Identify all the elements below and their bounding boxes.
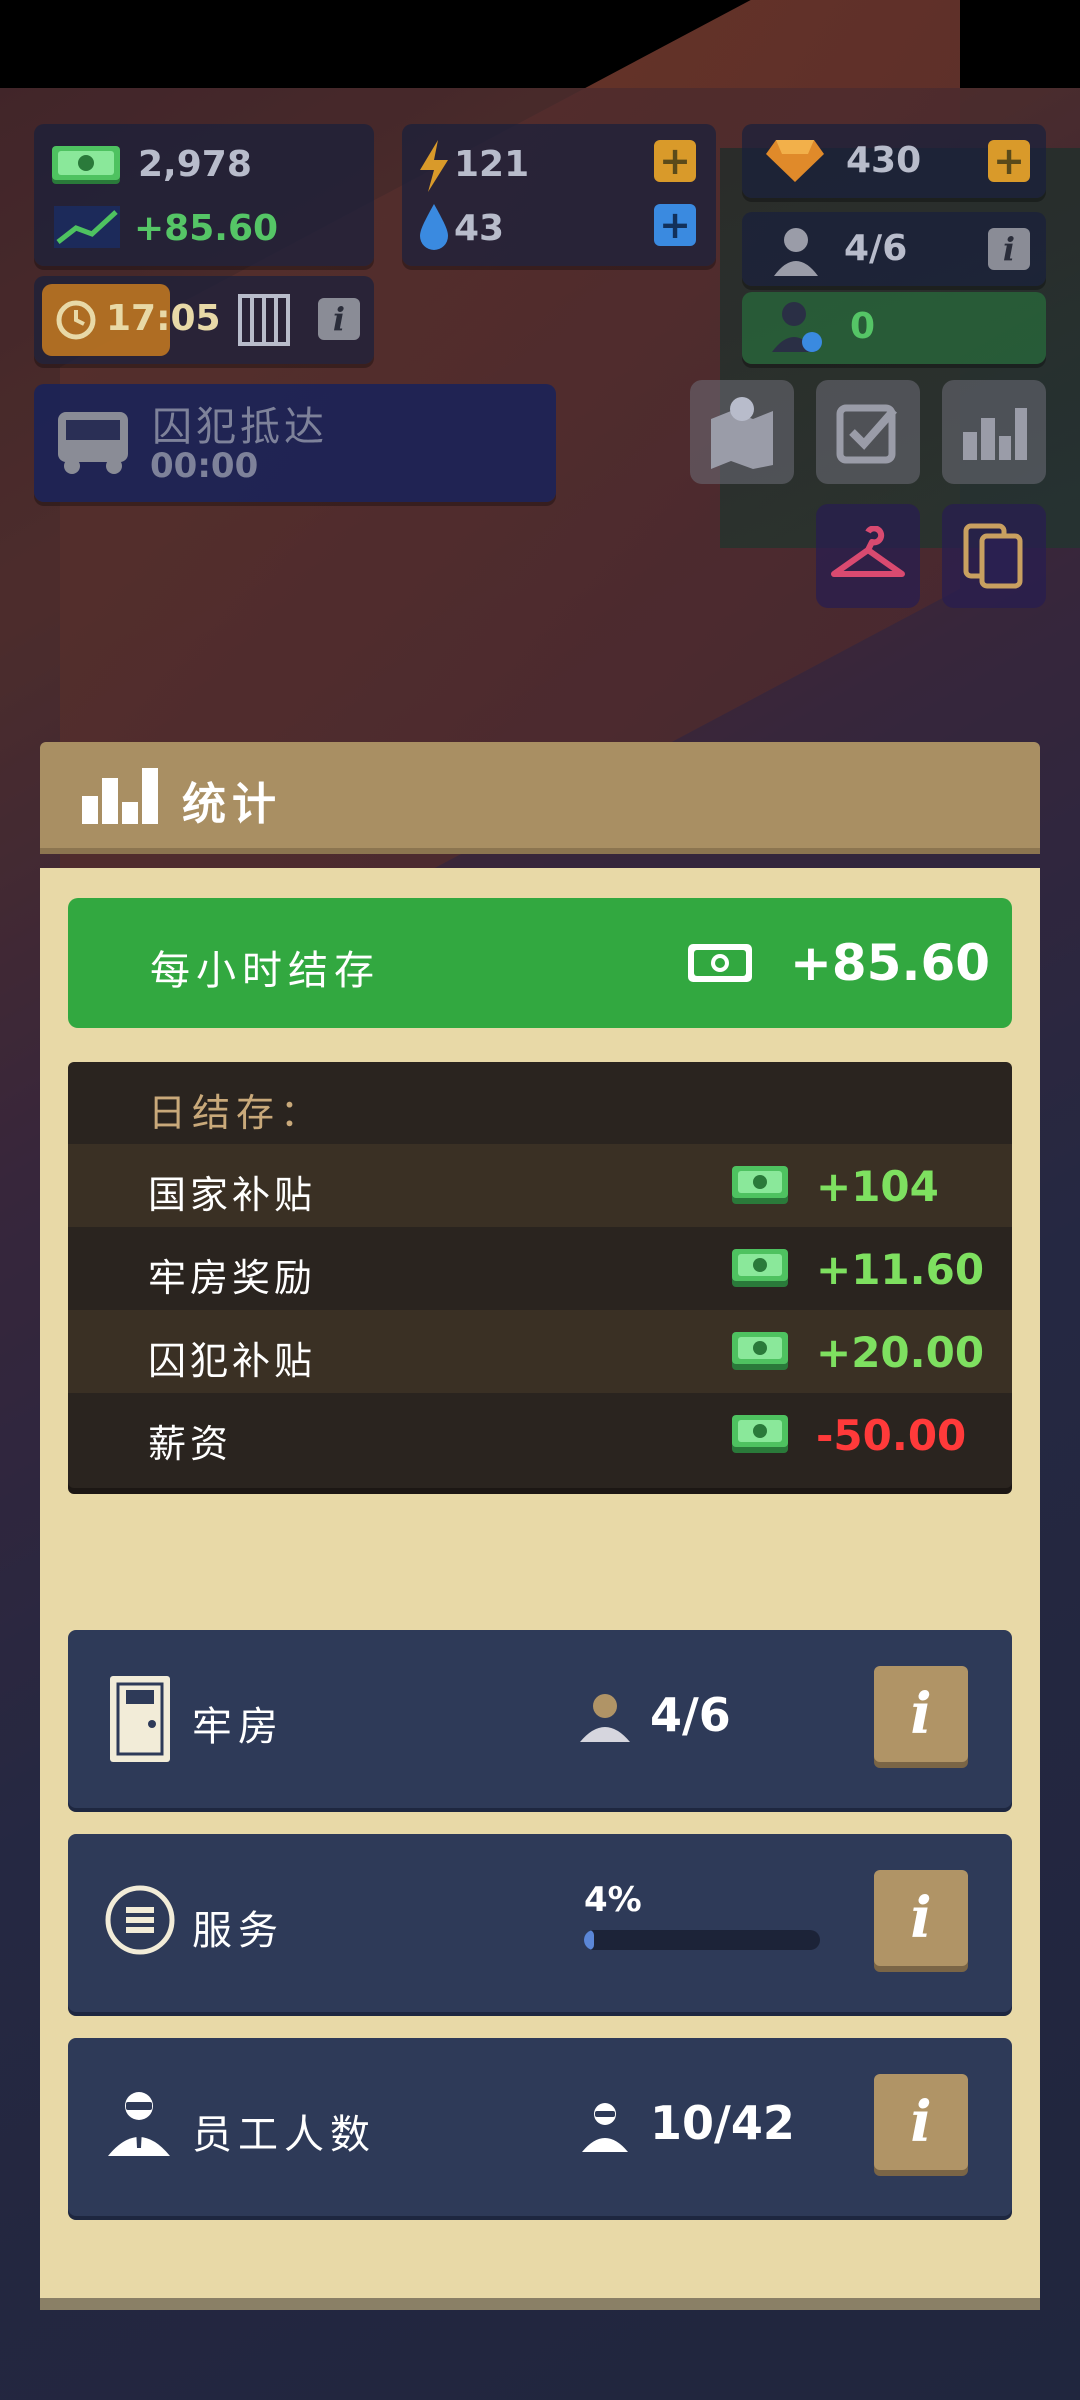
checkbox-icon xyxy=(836,404,897,464)
statistics-panel-header: 统计 xyxy=(40,742,1040,854)
resources-hud[interactable]: 121 + 43 + xyxy=(402,124,716,266)
hourly-balance-value: +85.60 xyxy=(790,934,991,992)
map-icon xyxy=(711,397,773,469)
staff-card: 员工人数 10/42 i xyxy=(68,2038,1012,2216)
service-list-icon xyxy=(105,1885,175,1955)
cards-button[interactable] xyxy=(942,504,1046,608)
daily-item-label: 囚犯补贴 xyxy=(148,1339,317,1383)
add-water-button[interactable]: + xyxy=(654,203,696,247)
statistics-icon xyxy=(82,768,158,824)
cash-icon xyxy=(730,1164,790,1210)
service-info-button[interactable]: i xyxy=(874,1870,968,1966)
tasks-button[interactable] xyxy=(816,380,920,484)
prisoners-value: 4/6 xyxy=(844,228,908,269)
outfit-button[interactable] xyxy=(816,504,920,608)
staff-icon xyxy=(108,2092,170,2156)
time-hud: 17:05 i xyxy=(34,276,374,364)
daily-item-value: -50.00 xyxy=(816,1411,967,1460)
cell-door-icon xyxy=(110,1676,170,1762)
bus-icon xyxy=(58,412,128,474)
daily-item-value: +20.00 xyxy=(816,1328,985,1377)
gems-hud[interactable]: 430 + xyxy=(742,124,1046,198)
energy-value: 121 xyxy=(454,144,530,185)
arrival-label: 囚犯抵达 xyxy=(152,404,328,450)
money-rate: +85.60 xyxy=(134,208,279,249)
staff-ready-hud: 0 xyxy=(742,292,1046,364)
cards-icon xyxy=(963,523,1023,589)
staff-check-icon xyxy=(772,302,822,352)
cash-icon xyxy=(730,1247,790,1293)
staff-info-button[interactable]: i xyxy=(874,2074,968,2170)
service-progress-bar xyxy=(584,1930,820,1950)
daily-balance-label: 日结存： xyxy=(148,1091,325,1135)
cells-count: 4/6 xyxy=(650,1688,731,1742)
add-gems-button[interactable]: + xyxy=(988,139,1030,183)
time-info-button[interactable]: i xyxy=(318,298,360,340)
staff-small-icon xyxy=(582,2103,628,2152)
prisoners-info-button[interactable]: i xyxy=(988,228,1030,270)
map-button[interactable] xyxy=(690,380,794,484)
daily-balance-row: 牢房奖励 +11.60 xyxy=(68,1227,1012,1310)
water-drop-icon xyxy=(420,204,448,250)
daily-item-label: 薪资 xyxy=(148,1422,233,1466)
cash-icon xyxy=(730,1330,790,1376)
cash-icon xyxy=(730,1413,790,1459)
clock-icon xyxy=(56,300,96,340)
staff-ready-value: 0 xyxy=(850,306,876,347)
cells-label: 牢房 xyxy=(192,1704,284,1750)
daily-balance-table: 日结存： 国家补贴 +104 牢房奖励 +11.60 囚犯补贴 +20.00 薪资 -50.0… xyxy=(68,1062,1012,1488)
cash-icon xyxy=(52,146,120,184)
arrival-timer: 00:00 xyxy=(150,446,259,486)
service-progress-fill xyxy=(584,1930,594,1950)
money-value: 2,978 xyxy=(138,144,252,185)
daily-item-label: 牢房奖励 xyxy=(148,1256,317,1300)
daily-item-value: +11.60 xyxy=(816,1245,985,1294)
staff-count: 10/42 xyxy=(650,2096,795,2150)
statistics-button[interactable] xyxy=(942,380,1046,484)
hourly-balance-banner: 每小时结存 +85.60 xyxy=(68,898,1012,1028)
cells-card: 牢房 4/6 i xyxy=(68,1630,1012,1808)
gems-value: 430 xyxy=(846,140,922,181)
add-energy-button[interactable]: + xyxy=(654,139,696,183)
bar-chart-icon xyxy=(963,408,1027,460)
service-label: 服务 xyxy=(192,1908,284,1954)
daily-item-label: 国家补贴 xyxy=(148,1173,317,1217)
panel-title: 统计 xyxy=(182,779,282,830)
daily-balance-row: 囚犯补贴 +20.00 xyxy=(68,1310,1012,1393)
game-time: 17:05 xyxy=(106,298,221,339)
water-value: 43 xyxy=(454,208,505,249)
service-card: 服务 4% i xyxy=(68,1834,1012,2012)
staff-label: 员工人数 xyxy=(192,2112,376,2158)
cash-icon xyxy=(688,944,752,982)
daily-balance-row: 薪资 -50.00 xyxy=(68,1393,1012,1476)
lightning-icon xyxy=(420,140,448,192)
prisoners-hud[interactable]: 4/6 i xyxy=(742,212,1046,286)
money-hud[interactable]: 2,978 +85.60 xyxy=(34,124,374,266)
daily-balance-row: 国家补贴 +104 xyxy=(68,1144,1012,1227)
jail-bars-icon xyxy=(238,294,290,346)
trend-chart-icon xyxy=(54,206,120,248)
service-percent: 4% xyxy=(584,1880,642,1920)
prisoner-icon xyxy=(774,228,818,276)
hourly-balance-label: 每小时结存 xyxy=(150,948,380,994)
cells-info-button[interactable]: i xyxy=(874,1666,968,1762)
prisoner-arrival-hud[interactable]: 囚犯抵达 00:00 xyxy=(34,384,556,502)
hanger-icon xyxy=(831,526,905,577)
diamond-icon xyxy=(766,140,824,182)
prisoner-icon xyxy=(580,1694,630,1742)
daily-item-value: +104 xyxy=(816,1162,939,1211)
